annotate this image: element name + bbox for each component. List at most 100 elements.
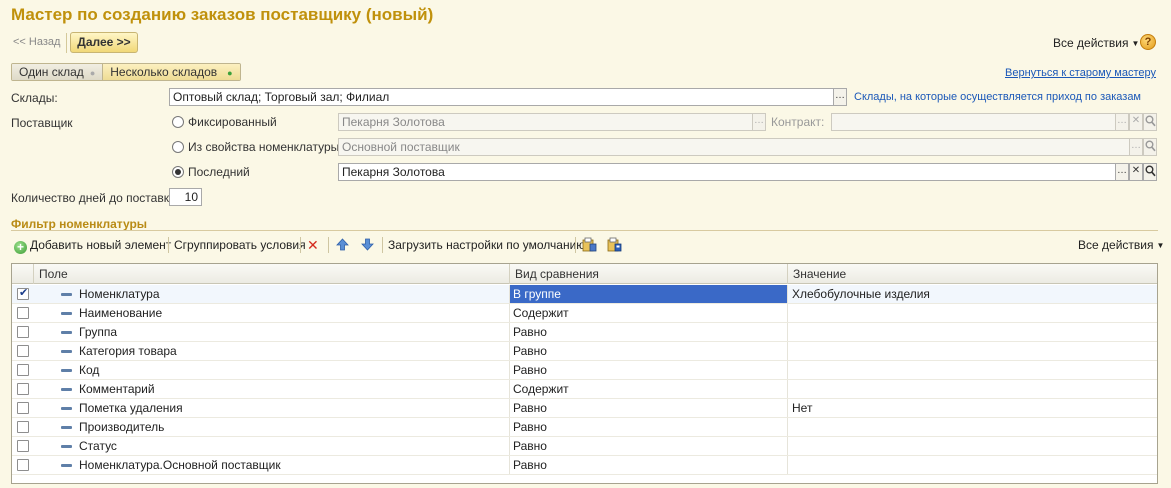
- group-conditions-button[interactable]: Сгруппировать условия: [174, 236, 306, 254]
- row-checkbox[interactable]: [17, 286, 29, 300]
- supplier-last-radio[interactable]: [172, 166, 184, 178]
- supplier-property-search-icon[interactable]: [1143, 138, 1157, 156]
- cell-comparison[interactable]: Содержит: [510, 304, 788, 322]
- supplier-fixed-radio[interactable]: [172, 116, 184, 128]
- row-checkbox[interactable]: [17, 326, 29, 338]
- move-down-icon[interactable]: [361, 238, 374, 251]
- contract-clear-icon[interactable]: ✕: [1129, 113, 1143, 131]
- supplier-property-field[interactable]: Основной поставщик: [338, 138, 1130, 156]
- supplier-label: Поставщик: [11, 116, 73, 130]
- warehouses-select-button[interactable]: …: [833, 88, 847, 106]
- cell-comparison[interactable]: Равно: [510, 361, 788, 379]
- table-row[interactable]: Комментарий Содержит: [12, 380, 1157, 399]
- row-checkbox[interactable]: [17, 364, 29, 376]
- cell-field[interactable]: Код: [34, 361, 510, 379]
- cell-field[interactable]: Комментарий: [34, 380, 510, 398]
- add-element-label: Добавить новый элемент: [30, 238, 172, 252]
- cell-comparison[interactable]: Равно: [510, 418, 788, 436]
- row-checkbox[interactable]: [17, 383, 29, 395]
- cell-field[interactable]: Категория товара: [34, 342, 510, 360]
- contract-search-icon[interactable]: [1143, 113, 1157, 131]
- delivery-days-label: Количество дней до поставки:: [11, 191, 179, 205]
- cell-comparison[interactable]: Равно: [510, 399, 788, 417]
- warehouses-field[interactable]: Оптовый склад; Торговый зал; Филиал: [169, 88, 834, 106]
- table-row[interactable]: Группа Равно: [12, 323, 1157, 342]
- row-checkbox[interactable]: [17, 345, 29, 357]
- contract-field[interactable]: [831, 113, 1116, 131]
- help-icon[interactable]: ?: [1140, 34, 1156, 50]
- supplier-last-search-icon[interactable]: [1143, 163, 1157, 181]
- cell-value[interactable]: Нет: [788, 399, 1157, 417]
- table-row[interactable]: Пометка удаления Равно Нет: [12, 399, 1157, 418]
- delete-icon[interactable]: ✕: [307, 236, 319, 254]
- column-header-field[interactable]: Поле: [34, 264, 510, 284]
- cell-comparison[interactable]: Содержит: [510, 380, 788, 398]
- page-title: Мастер по созданию заказов поставщику (н…: [11, 5, 434, 24]
- warehouses-hint-link[interactable]: Склады, на которые осуществляется приход…: [854, 91, 1141, 103]
- back-button[interactable]: << Назад: [13, 36, 60, 48]
- cell-field[interactable]: Статус: [34, 437, 510, 455]
- mode-single-button[interactable]: Один склад ●: [12, 64, 104, 80]
- table-row[interactable]: Наименование Содержит: [12, 304, 1157, 323]
- cell-field[interactable]: Производитель: [34, 418, 510, 436]
- toolbar-divider: [300, 237, 301, 253]
- load-defaults-button[interactable]: Загрузить настройки по умолчанию: [388, 236, 585, 254]
- cell-value[interactable]: Хлебобулочные изделия: [788, 285, 1157, 303]
- warehouse-mode-switch: Один склад ● Несколько складов ●: [11, 63, 241, 81]
- table-row[interactable]: Код Равно: [12, 361, 1157, 380]
- cell-comparison[interactable]: В группе: [510, 285, 788, 303]
- add-element-button[interactable]: + Добавить новый элемент: [14, 236, 171, 254]
- delivery-days-field[interactable]: 10: [169, 188, 202, 206]
- supplier-fixed-field[interactable]: Пекарня Золотова: [338, 113, 753, 131]
- active-dot-icon: ●: [227, 68, 233, 78]
- cell-field[interactable]: Группа: [34, 323, 510, 341]
- filter-all-actions-menu[interactable]: Все действия ▼: [1078, 238, 1164, 252]
- cell-value[interactable]: [788, 437, 1157, 455]
- row-checkbox[interactable]: [17, 421, 29, 433]
- cell-value[interactable]: [788, 456, 1157, 474]
- cell-comparison[interactable]: Равно: [510, 456, 788, 474]
- supplier-property-radio[interactable]: [172, 141, 184, 153]
- cell-field[interactable]: Наименование: [34, 304, 510, 322]
- column-header-comparison[interactable]: Вид сравнения: [510, 264, 788, 284]
- cell-comparison[interactable]: Равно: [510, 342, 788, 360]
- filter-table: Поле Вид сравнения Значение Номенклатура…: [11, 263, 1158, 484]
- cell-field[interactable]: Номенклатура.Основной поставщик: [34, 456, 510, 474]
- cell-value[interactable]: [788, 361, 1157, 379]
- cell-value[interactable]: [788, 342, 1157, 360]
- table-row[interactable]: Номенклатура.Основной поставщик Равно: [12, 456, 1157, 475]
- supplier-last-field[interactable]: Пекарня Золотова: [338, 163, 1116, 181]
- table-row[interactable]: Категория товара Равно: [12, 342, 1157, 361]
- old-master-link[interactable]: Вернуться к старому мастеру: [1005, 67, 1156, 79]
- table-row[interactable]: Статус Равно: [12, 437, 1157, 456]
- row-checkbox[interactable]: [17, 307, 29, 319]
- supplier-property-select-button[interactable]: …: [1129, 138, 1143, 156]
- row-checkbox[interactable]: [17, 459, 29, 471]
- mode-multiple-button[interactable]: Несколько складов ●: [103, 64, 240, 80]
- cell-value[interactable]: [788, 304, 1157, 322]
- mode-multiple-label: Несколько складов: [110, 65, 218, 79]
- move-up-icon[interactable]: [336, 238, 349, 251]
- cell-value[interactable]: [788, 418, 1157, 436]
- table-row[interactable]: Производитель Равно: [12, 418, 1157, 437]
- save-settings-icon[interactable]: [582, 237, 597, 252]
- table-row[interactable]: НоменклатураВ группеХлебобулочные издели…: [12, 285, 1157, 304]
- row-checkbox[interactable]: [17, 402, 29, 414]
- cell-comparison[interactable]: Равно: [510, 323, 788, 341]
- toolbar-divider: [382, 237, 383, 253]
- next-button[interactable]: Далее >>: [70, 32, 138, 53]
- supplier-last-clear-icon[interactable]: ✕: [1129, 163, 1143, 181]
- cell-field[interactable]: Номенклатура: [34, 285, 510, 303]
- cell-value[interactable]: [788, 323, 1157, 341]
- restore-settings-icon[interactable]: [607, 237, 622, 252]
- cell-value[interactable]: [788, 380, 1157, 398]
- contract-select-button[interactable]: …: [1115, 113, 1129, 131]
- toolbar-divider: [328, 237, 329, 253]
- column-header-value[interactable]: Значение: [788, 264, 1157, 284]
- cell-field[interactable]: Пометка удаления: [34, 399, 510, 417]
- all-actions-menu[interactable]: Все действия ▼: [1053, 36, 1139, 50]
- cell-comparison[interactable]: Равно: [510, 437, 788, 455]
- supplier-last-select-button[interactable]: …: [1115, 163, 1129, 181]
- supplier-fixed-select-button[interactable]: …: [752, 113, 766, 131]
- row-checkbox[interactable]: [17, 440, 29, 452]
